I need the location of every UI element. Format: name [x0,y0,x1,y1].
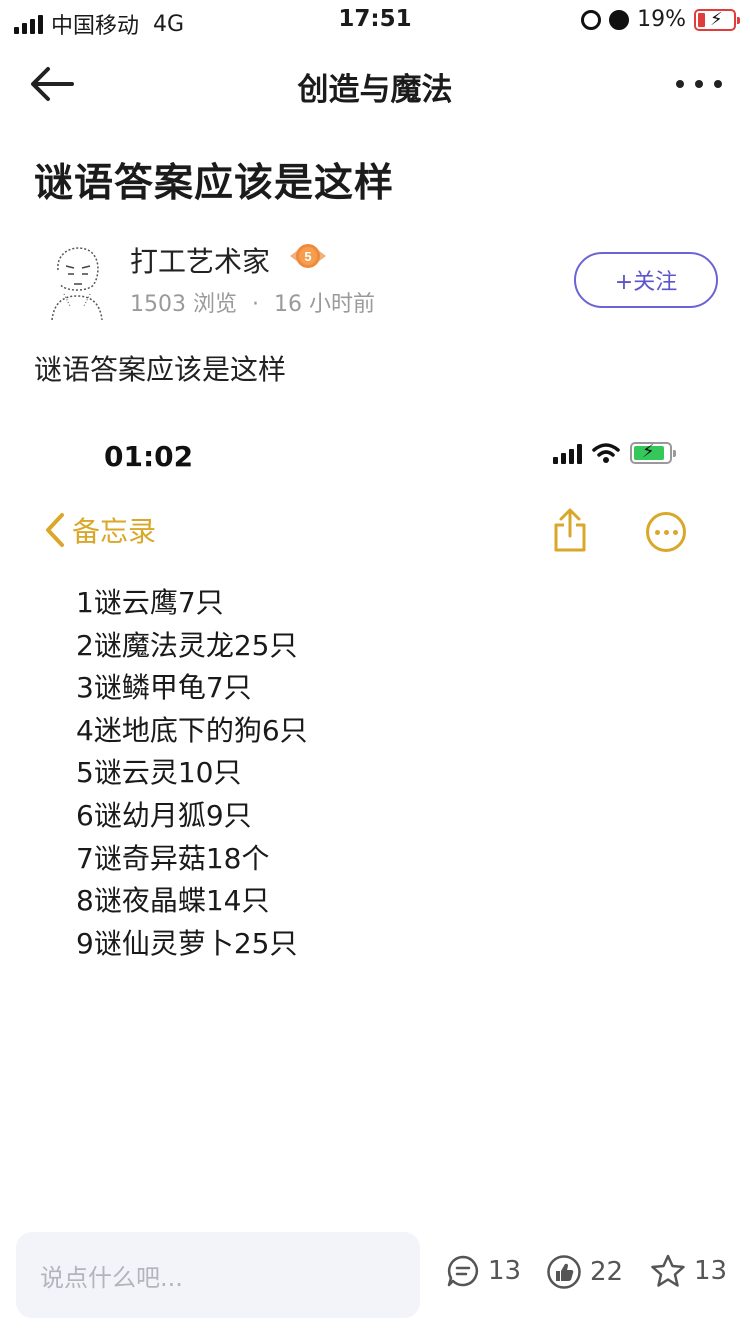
screenshot-signal-icon [553,442,582,464]
like-count: 22 [590,1257,624,1287]
embedded-screenshot[interactable]: 01:02 ⚡ 备忘录 1谜云鹰7只 2谜魔法灵龙25只 3谜鳞甲龟7只 4迷地… [0,412,750,1012]
author-block: 打工艺术家 5 1503 浏览 · 16 小时前 +关注 [44,236,724,326]
memo-back-label: 备忘录 [72,515,157,548]
battery-percent: 19% [637,7,686,32]
nav-title: 创造与魔法 [297,72,453,108]
share-button [552,508,588,552]
star-icon [651,1254,685,1287]
comment-count: 13 [488,1256,522,1286]
alarm-icon [609,9,630,30]
memo-item: 5谜云灵10只 [76,756,242,790]
more-options-button[interactable] [676,66,722,102]
memo-item: 3谜鳞甲龟7只 [76,671,252,705]
memo-item: 4迷地底下的狗6只 [76,713,308,747]
comment-button[interactable]: 13 [446,1254,521,1288]
post-time: 16 小时前 [273,292,375,317]
memo-item: 8谜夜晶蝶14只 [76,884,270,918]
thumbs-up-icon [547,1255,581,1289]
more-dots-icon [676,80,684,88]
ellipsis-icon [654,529,660,535]
chevron-left-icon [46,513,64,547]
memo-more-button [646,512,686,552]
view-count: 1503 浏览 [130,292,237,317]
avatar[interactable] [44,240,110,321]
status-right: 19% ⚡ [581,7,740,32]
wifi-icon [592,443,620,463]
comment-icon [447,1255,479,1287]
screenshot-battery-icon: ⚡ [630,441,676,464]
status-bar: 中国移动 4G 17:51 19% ⚡ [0,0,750,42]
memo-item: 6谜幼月狐9只 [76,798,252,832]
memo-item: 9谜仙灵萝卜25只 [76,926,298,960]
battery-icon: ⚡ [694,8,740,31]
post-title: 谜语答案应该是这样 [34,161,395,206]
favorite-button[interactable]: 13 [650,1254,727,1288]
post-page: 中国移动 4G 17:51 19% ⚡ 创造与魔法 谜语答案应该是这样 打工艺术… [0,0,750,1334]
author-meta: 1503 浏览 · 16 小时前 [130,286,375,318]
screenshot-status: ⚡ [553,441,676,464]
memo-list: 1谜云鹰7只 2谜魔法灵龙25只 3谜鳞甲龟7只 4迷地底下的狗6只 5谜云灵1… [76,582,308,965]
comment-input[interactable]: 说点什么吧... [16,1232,420,1318]
follow-button[interactable]: +关注 [574,252,718,308]
share-icon [554,508,586,552]
post-body: 谜语答案应该是这样 [34,353,287,386]
nav-bar: 创造与魔法 [0,52,750,116]
level-number: 5 [304,249,311,264]
meta-separator: · [251,292,259,317]
author-name[interactable]: 打工艺术家 [130,240,270,280]
memo-item: 7谜奇异菇18个 [76,841,270,875]
bottom-action-bar: 说点什么吧... 13 22 13 [0,1226,750,1326]
memo-back-button: 备忘录 [44,510,156,550]
memo-item: 2谜魔法灵龙25只 [76,628,298,662]
screenshot-time: 01:02 [104,440,194,473]
like-button[interactable]: 22 [546,1254,623,1290]
memo-item: 1谜云鹰7只 [76,586,224,619]
orientation-lock-icon [581,9,602,30]
favorite-count: 13 [694,1256,728,1286]
level-badge: 5 [288,240,328,272]
